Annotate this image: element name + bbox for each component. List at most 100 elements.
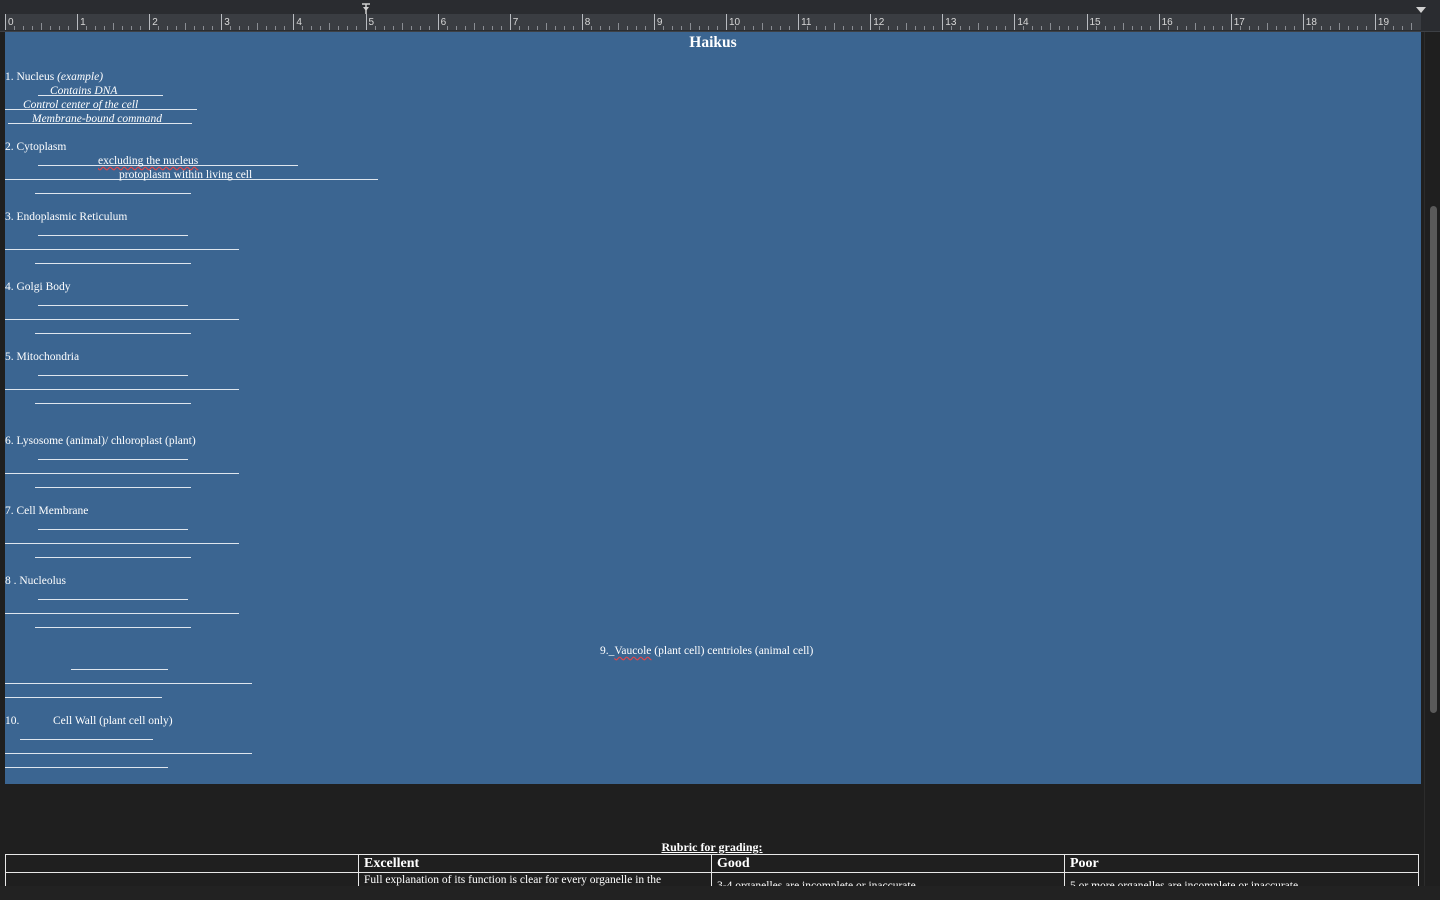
answer-line[interactable] [5,767,168,768]
ruler-minor-tick [635,26,637,30]
ruler-major-tick [726,14,727,30]
rubric-cell-poor[interactable]: 5 or more organelles are incomplete or i… [1065,873,1419,886]
ruler-minor-tick [843,26,845,30]
ruler-minor-tick [131,26,133,30]
ruler-minor-tick [464,26,466,30]
ruler-minor-tick [473,23,475,30]
answer-line[interactable] [5,543,239,544]
rubric-cell-good[interactable]: 3-4 organelles are incomplete or inaccur… [712,873,1065,886]
ruler-minor-tick [113,23,115,30]
ruler-minor-tick [753,26,755,30]
ruler-minor-tick [762,23,764,30]
ruler-minor-tick [1266,23,1268,30]
ruler-minor-tick [617,23,619,30]
answer-line[interactable] [35,487,191,488]
rubric-cell[interactable] [6,873,359,886]
answer-line[interactable] [35,627,191,628]
ruler-minor-tick [969,26,971,30]
ruler-major-tick [221,14,223,30]
ruler-label: 15 [1089,17,1101,28]
ruler-label: 19 [1377,17,1390,28]
ruler-minor-tick [1365,26,1367,30]
ruler-minor-tick [897,26,899,30]
rubric-header-good[interactable]: Good [712,855,1065,873]
ruler-minor-tick [1032,26,1034,30]
answer-line[interactable] [38,599,188,600]
ruler-minor-tick [671,26,673,30]
ruler-minor-tick [1041,26,1043,30]
answer-line[interactable] [35,333,191,334]
ruler-minor-tick [1347,26,1349,30]
answer-line[interactable] [5,683,252,684]
ruler-minor-tick [32,26,34,30]
bottom-bar [0,886,1440,900]
ruler-label: 0 [8,17,14,28]
ruler-strip[interactable]: 0 1 2 3 4 5 6 7 8 9 10 11 12 13 14 15 16 17 18 19 [5,14,1421,30]
ruler-major-tick [5,14,6,30]
ruler-minor-tick [383,26,385,30]
ruler-label: 13 [945,17,957,28]
ruler-minor-tick [104,26,106,30]
ruler-label: 6 [440,17,447,28]
ruler-minor-tick [41,23,43,30]
answer-line[interactable] [5,389,239,390]
answer-line[interactable] [38,529,188,530]
ruler-minor-tick [780,26,782,30]
answer-line[interactable] [5,753,252,754]
ruler-minor-tick [203,26,205,30]
answer-line[interactable] [38,459,188,460]
answer-line[interactable] [38,305,188,306]
ruler-minor-tick [861,26,863,30]
answer-line[interactable] [35,403,191,404]
ruler-minor-tick [140,26,142,30]
answer-line[interactable] [5,249,239,250]
ruler-minor-tick [572,26,574,30]
rubric-title: Rubric for grading: [661,840,763,854]
answer-line[interactable] [38,375,188,376]
ruler-minor-tick [500,26,502,30]
ruler-label: 2 [152,17,158,28]
vertical-scrollbar[interactable] [1424,32,1440,886]
ruler-minor-tick [608,26,610,30]
ruler-minor-tick [1338,23,1340,30]
ruler-minor-tick [284,26,286,30]
answer-line[interactable] [71,669,168,670]
rubric-header-excellent[interactable]: Excellent [359,855,712,873]
ruler-minor-tick [302,26,304,30]
rubric-table[interactable]: Excellent Good Poor Full explanation of … [5,854,1419,886]
ruler-minor-tick [1149,26,1151,30]
item-vacuole-heading: 9._Vaucole (plant cell) centrioles (anim… [600,645,814,657]
answer-line[interactable] [5,613,239,614]
ruler-minor-tick [1221,26,1223,30]
answer-line[interactable] [5,319,239,320]
answer-line[interactable] [5,473,239,474]
document-page[interactable]: Haikus 1. Nucleus (example) Contains DNA… [5,32,1421,784]
ruler-minor-tick [1005,26,1007,30]
rubric-header-blank[interactable] [6,855,359,873]
ruler-minor-tick [852,26,854,30]
ruler-minor-tick [716,26,718,30]
ruler-minor-tick [906,23,908,30]
answer-line[interactable] [5,697,162,698]
answer-line[interactable] [38,235,188,236]
ruler-major-tick [293,14,295,30]
ruler-minor-tick [446,26,448,30]
rubric-cell-excellent[interactable]: Full explanation of its function is clea… [359,873,712,886]
item-nucleolus-heading: 8 . Nucleolus [5,575,67,587]
scrollbar-thumb[interactable] [1430,206,1437,713]
ruler-minor-tick [707,26,709,30]
ruler-minor-tick [356,26,358,30]
answer-line[interactable] [35,557,191,558]
answer-line[interactable] [35,263,191,264]
misspelled-word[interactable]: Vaucole [614,645,651,657]
answer-line [35,193,191,194]
ruler-minor-tick [1077,26,1079,30]
right-indent-marker-icon[interactable] [1415,6,1427,14]
ruler-minor-tick [122,26,124,30]
ruler-minor-tick [744,26,746,30]
ruler-label: 12 [873,17,885,28]
answer-line[interactable] [20,739,153,740]
rubric-header-poor[interactable]: Poor [1065,855,1419,873]
ruler-minor-tick [960,26,962,30]
ruler-minor-tick [1284,26,1286,30]
